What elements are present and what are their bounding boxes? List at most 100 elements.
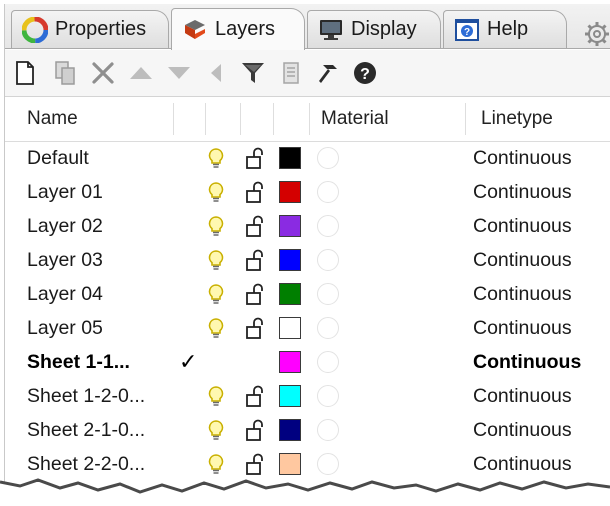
tab-display[interactable]: Display (307, 10, 441, 48)
layer-linetype[interactable]: Continuous (473, 141, 572, 175)
material-circle-icon[interactable] (317, 419, 339, 441)
layers-panel: Properties Layers Display ? Help ? Name … (4, 4, 610, 482)
layer-row[interactable]: Layer 05 Continuous (5, 311, 610, 345)
layer-linetype[interactable]: Continuous (473, 413, 572, 447)
lightbulb-icon[interactable] (205, 283, 227, 305)
layer-row[interactable]: Default Continuous (5, 141, 610, 175)
lightbulb-icon[interactable] (205, 419, 227, 441)
layer-color-swatch[interactable] (279, 215, 301, 237)
layer-linetype[interactable]: Continuous (473, 175, 572, 209)
layer-color-swatch[interactable] (279, 453, 301, 475)
svg-text:?: ? (464, 27, 470, 38)
layer-name[interactable]: Layer 04 (27, 277, 103, 311)
layer-row[interactable]: Sheet 1-2-0... Continuous (5, 379, 610, 413)
tab-help[interactable]: ? Help (443, 10, 567, 48)
column-divider (205, 103, 206, 135)
layer-row[interactable]: Layer 04 Continuous (5, 277, 610, 311)
layer-row[interactable]: Layer 01 Continuous (5, 175, 610, 209)
unlocked-padlock-icon[interactable] (244, 384, 266, 408)
column-divider (309, 103, 310, 135)
layer-linetype[interactable]: Continuous (473, 277, 572, 311)
material-circle-icon[interactable] (317, 453, 339, 475)
column-header-linetype[interactable]: Linetype (481, 97, 553, 141)
current-layer-check-icon[interactable]: ✓ (179, 345, 197, 379)
layer-row[interactable]: Sheet 2-1-0... Continuous (5, 413, 610, 447)
unlocked-padlock-icon[interactable] (244, 214, 266, 238)
tools-icon[interactable] (313, 59, 341, 87)
lightbulb-icon[interactable] (205, 317, 227, 339)
layer-color-swatch[interactable] (279, 147, 301, 169)
material-circle-icon[interactable] (317, 215, 339, 237)
unlocked-padlock-icon[interactable] (244, 316, 266, 340)
help-icon[interactable]: ? (351, 59, 379, 87)
unlocked-padlock-icon[interactable] (244, 452, 266, 476)
unlocked-padlock-icon[interactable] (244, 146, 266, 170)
layer-linetype[interactable]: Continuous (473, 379, 572, 413)
layer-states-icon[interactable] (277, 59, 305, 87)
layer-linetype[interactable]: Continuous (473, 311, 572, 345)
torn-edge (0, 478, 610, 506)
layer-row[interactable]: Sheet 1-1... ✓ Continuous (5, 345, 610, 379)
unlocked-padlock-icon[interactable] (244, 418, 266, 442)
unlocked-padlock-icon[interactable] (244, 180, 266, 204)
layer-name[interactable]: Default (27, 141, 89, 175)
tab-label: Properties (55, 18, 147, 40)
lightbulb-icon[interactable] (205, 249, 227, 271)
new-sublayer-icon[interactable] (51, 59, 79, 87)
column-divider (273, 103, 274, 135)
layer-name[interactable]: Layer 01 (27, 175, 103, 209)
material-circle-icon[interactable] (317, 317, 339, 339)
lightbulb-icon[interactable] (205, 181, 227, 203)
layer-linetype[interactable]: Continuous (473, 243, 572, 277)
layer-color-swatch[interactable] (279, 419, 301, 441)
properties-icon (22, 16, 48, 43)
layer-name[interactable]: Sheet 2-1-0... (27, 413, 145, 447)
tab-bar-divider (5, 48, 610, 49)
move-up-icon[interactable] (127, 59, 155, 87)
lightbulb-icon[interactable] (205, 385, 227, 407)
gear-icon[interactable] (583, 20, 610, 48)
tab-label: Help (487, 18, 529, 40)
filter-icon[interactable] (239, 59, 267, 87)
column-header-name[interactable]: Name (27, 97, 78, 141)
layers-icon (185, 19, 205, 39)
layer-color-swatch[interactable] (279, 351, 301, 373)
layer-color-swatch[interactable] (279, 283, 301, 305)
lightbulb-icon[interactable] (205, 215, 227, 237)
delete-icon[interactable] (89, 59, 117, 87)
layer-color-swatch[interactable] (279, 181, 301, 203)
layer-color-swatch[interactable] (279, 249, 301, 271)
column-divider (240, 103, 241, 135)
material-circle-icon[interactable] (317, 351, 339, 373)
lightbulb-icon[interactable] (205, 147, 227, 169)
svg-text:?: ? (360, 66, 370, 83)
layer-name[interactable]: Layer 02 (27, 209, 103, 243)
material-circle-icon[interactable] (317, 147, 339, 169)
layer-row[interactable]: Layer 02 Continuous (5, 209, 610, 243)
material-circle-icon[interactable] (317, 249, 339, 271)
layer-linetype[interactable]: Continuous (473, 209, 572, 243)
move-down-icon[interactable] (165, 59, 193, 87)
layer-linetype[interactable]: Continuous (473, 345, 581, 379)
column-header-material[interactable]: Material (321, 97, 389, 141)
display-icon (320, 19, 342, 40)
tab-label: Layers (215, 18, 276, 40)
new-layer-icon[interactable] (11, 59, 39, 87)
layer-name[interactable]: Sheet 1-1... (27, 345, 130, 379)
unlocked-padlock-icon[interactable] (244, 248, 266, 272)
layer-color-swatch[interactable] (279, 317, 301, 339)
layer-name[interactable]: Layer 05 (27, 311, 103, 345)
layer-name[interactable]: Sheet 1-2-0... (27, 379, 145, 413)
layer-row[interactable]: Layer 03 Continuous (5, 243, 610, 277)
layer-name[interactable]: Layer 03 (27, 243, 103, 277)
material-circle-icon[interactable] (317, 181, 339, 203)
material-circle-icon[interactable] (317, 283, 339, 305)
layer-color-swatch[interactable] (279, 385, 301, 407)
tab-properties[interactable]: Properties (11, 10, 169, 48)
move-to-parent-icon[interactable] (203, 59, 231, 87)
layers-toolbar: ? (5, 50, 610, 97)
material-circle-icon[interactable] (317, 385, 339, 407)
lightbulb-icon[interactable] (205, 453, 227, 475)
tab-layers[interactable]: Layers (171, 8, 305, 50)
unlocked-padlock-icon[interactable] (244, 282, 266, 306)
